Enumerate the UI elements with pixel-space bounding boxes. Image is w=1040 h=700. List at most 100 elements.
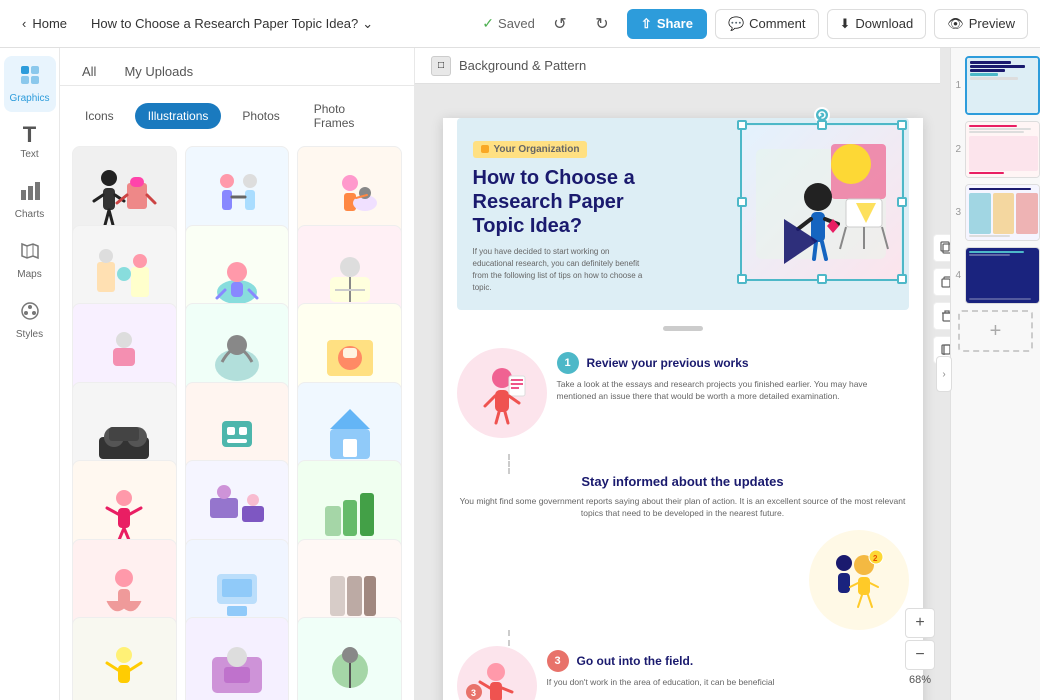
zoom-out-button[interactable]: − (905, 640, 935, 670)
add-slide-button[interactable]: + (958, 310, 1033, 352)
topbar: ‹ Home How to Choose a Research Paper To… (0, 0, 1040, 48)
share-button[interactable]: ⇧ Share (627, 9, 707, 39)
sidebar-item-text[interactable]: T Text (4, 116, 56, 168)
slide-thumb-2[interactable] (965, 121, 1040, 178)
slide-thumb-1[interactable] (965, 56, 1040, 115)
canvas-area: □ Background & Pattern Your Organization… (415, 48, 1040, 700)
hero-illustration (741, 126, 901, 281)
svg-text:3: 3 (471, 688, 476, 698)
sidebar-item-graphics[interactable]: Graphics (4, 56, 56, 112)
hero-content: Your Organization How to Choose a Resear… (457, 118, 909, 310)
sidebar-item-styles[interactable]: Styles (4, 292, 56, 348)
section-1-illustration: ✓ ✕ (457, 348, 547, 438)
maps-icon (19, 240, 41, 266)
filter-illustrations[interactable]: Illustrations (135, 103, 222, 129)
text-icon: T (23, 124, 36, 146)
icon-bar: Graphics T Text Charts Maps Styles (0, 48, 60, 700)
connector-2 (508, 630, 510, 646)
redo-button[interactable]: ↻ (585, 7, 619, 41)
share-icon: ⇧ (641, 16, 652, 32)
check-icon: ✓ (482, 15, 494, 32)
section-2-title: Stay informed about the updates (457, 474, 909, 489)
saved-label: Saved (498, 16, 535, 31)
section-1-text: 1 Review your previous works Take a look… (557, 348, 909, 404)
canvas-page[interactable]: Your Organization How to Choose a Resear… (443, 118, 923, 700)
delete-icon-btn[interactable] (933, 302, 951, 330)
section-1-title: Review your previous works (587, 356, 749, 370)
list-item[interactable] (185, 617, 290, 700)
section-num-3: 3 (547, 650, 569, 672)
section-3-row: 3 3 Go out into the field. If you don't … (457, 646, 909, 700)
svg-text:2: 2 (873, 554, 878, 563)
preview-button[interactable]: 👁 Preview (934, 9, 1028, 39)
home-label: Home (32, 16, 67, 31)
background-pattern-label: Background & Pattern (459, 58, 586, 73)
sidebar-item-maps[interactable]: Maps (4, 232, 56, 288)
section-3-text: 3 Go out into the field. If you don't wo… (547, 646, 909, 689)
filter-icons[interactable]: Icons (72, 103, 127, 129)
slide-thumb-wrapper-4: 4 (951, 247, 1040, 304)
section-1: ✓ ✕ 1 (443, 344, 923, 438)
section-3-desc: If you don't work in the area of educati… (547, 676, 909, 689)
graphics-panel: All My Uploads Icons Illustrations Photo… (60, 48, 415, 700)
connector-1 (508, 454, 510, 474)
slide-num-2: 2 (951, 144, 961, 155)
section-1-desc: Take a look at the essays and research p… (557, 378, 909, 404)
undo-button[interactable]: ↺ (543, 7, 577, 41)
section-3-illustration: 3 (457, 646, 537, 700)
canvas-scroll[interactable]: Your Organization How to Choose a Resear… (415, 84, 950, 700)
graphics-label: Graphics (9, 93, 49, 104)
slide-num-1: 1 (951, 80, 961, 91)
comment-button[interactable]: 💬 Comment (715, 9, 819, 39)
section-divider (457, 310, 909, 344)
graphics-icon (19, 64, 41, 90)
maps-label: Maps (17, 269, 41, 280)
download-button[interactable]: ⬇ Download (827, 9, 927, 39)
section-2-illustration: 2 (809, 530, 909, 630)
org-tag: Your Organization (473, 141, 588, 158)
slide-num-4: 4 (951, 270, 961, 281)
styles-label: Styles (16, 329, 43, 340)
section-3: 3 3 Go out into the field. If you don't … (443, 646, 923, 700)
slide-thumb-wrapper-2: 2 (951, 121, 1040, 178)
document-title-area[interactable]: How to Choose a Research Paper Topic Ide… (85, 12, 379, 36)
panel-tabs: All My Uploads (60, 48, 414, 86)
text-label: Text (20, 149, 38, 160)
section-2: Stay informed about the updates You migh… (443, 474, 923, 631)
download-icon: ⬇ (840, 16, 851, 32)
duplicate-icon-btn[interactable] (933, 268, 951, 296)
sidebar-item-charts[interactable]: Charts (4, 172, 56, 228)
zoom-in-button[interactable]: + (905, 608, 935, 638)
copy-icon-btn[interactable] (933, 234, 951, 262)
slide-thumb-wrapper-3: 3 (951, 184, 1040, 241)
canvas-controls: + − 68% (905, 608, 935, 688)
chevron-down-icon: ⌄ (362, 16, 373, 32)
chevron-left-icon: ‹ (22, 16, 26, 31)
comment-icon: 💬 (728, 16, 744, 32)
right-panel-collapse-handle[interactable]: › (936, 356, 952, 392)
canvas-wrapper: Your Organization How to Choose a Resear… (443, 104, 923, 680)
tab-my-uploads[interactable]: My Uploads (114, 58, 203, 85)
slide-thumb-4[interactable] (965, 247, 1040, 304)
list-item[interactable] (72, 617, 177, 700)
charts-icon (19, 180, 41, 206)
section-num-1: 1 (557, 352, 579, 374)
filter-photo-frames[interactable]: Photo Frames (301, 96, 402, 136)
hero-title: How to Choose a Research Paper Topic Ide… (473, 166, 653, 238)
hero-section[interactable]: Your Organization How to Choose a Resear… (457, 118, 909, 344)
slides-panel: 1 2 (950, 48, 1040, 700)
slide-num-3: 3 (951, 207, 961, 218)
main-layout: Graphics T Text Charts Maps Styles (0, 48, 1040, 700)
tab-all[interactable]: All (72, 58, 106, 85)
home-button[interactable]: ‹ Home (12, 10, 77, 37)
rotation-handle[interactable] (814, 107, 830, 123)
background-pattern-bar: □ Background & Pattern (415, 48, 940, 84)
eye-icon: 👁 (947, 16, 964, 32)
filter-tabs: Icons Illustrations Photos Photo Frames (60, 86, 414, 146)
illustrations-grid (60, 146, 414, 700)
canvas-floating-icons (933, 234, 951, 364)
slide-thumb-3[interactable] (965, 184, 1040, 241)
list-item[interactable] (297, 617, 402, 700)
hero-description: If you have decided to start working on … (473, 246, 653, 294)
filter-photos[interactable]: Photos (229, 103, 292, 129)
